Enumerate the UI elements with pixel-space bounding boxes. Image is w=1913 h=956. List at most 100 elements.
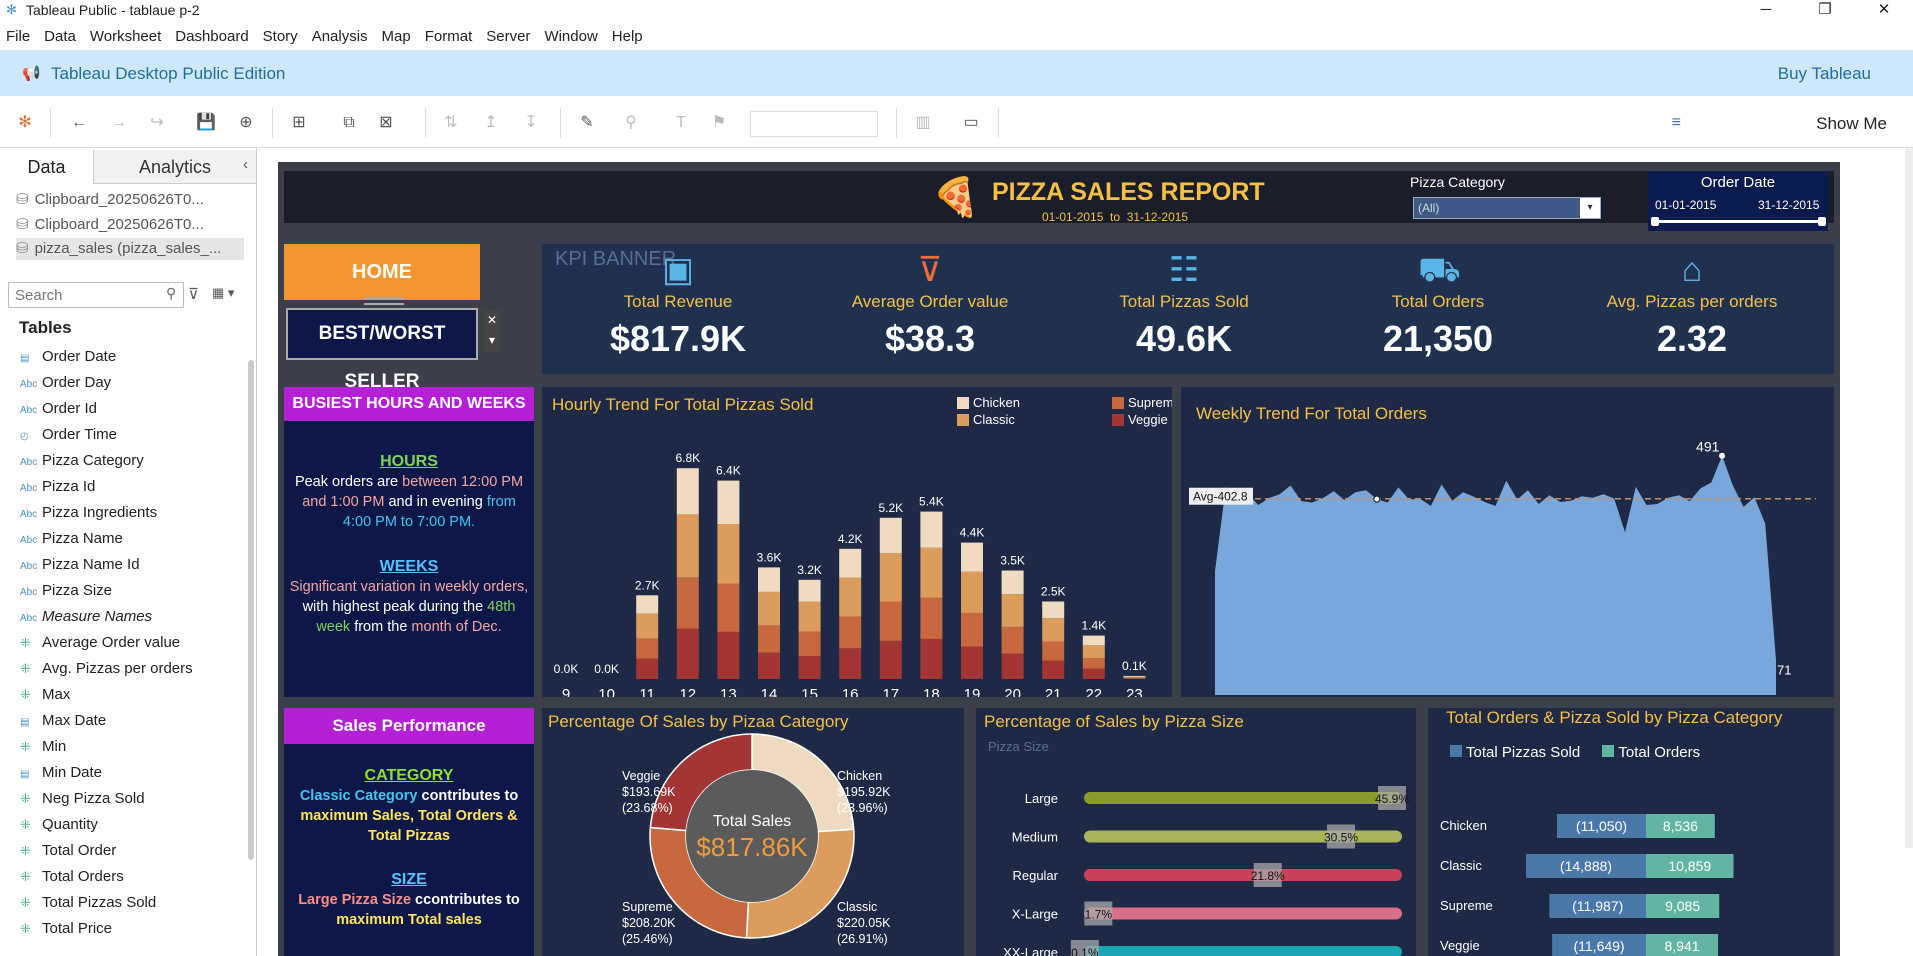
date-slider-track[interactable]	[1654, 220, 1822, 223]
field-item[interactable]: Abc Pizza Id	[20, 474, 95, 500]
field-item[interactable]: Abc Order Day	[20, 370, 111, 396]
save-icon[interactable]: 💾	[195, 112, 217, 134]
field-item[interactable]: Abc Pizza Category	[20, 448, 144, 474]
category-label: XX-Large	[1003, 945, 1058, 956]
drag-handle[interactable]	[364, 297, 404, 305]
field-name: Neg Pizza Sold	[42, 790, 145, 807]
tab-data[interactable]: Data	[0, 150, 94, 184]
tab-analytics[interactable]: Analytics	[94, 150, 256, 184]
tableau-home-icon[interactable]: ✻	[14, 112, 36, 134]
replay-icon[interactable]: ↪	[146, 112, 168, 134]
menu-analysis[interactable]: Analysis	[312, 22, 368, 52]
attach-icon[interactable]: ⚲	[620, 112, 642, 134]
menu-file[interactable]: File	[6, 22, 30, 52]
view-options-icon[interactable]: ▦ ▾	[212, 285, 234, 301]
field-item[interactable]: ▤ Max Date	[20, 708, 106, 734]
end-label: 71	[1777, 662, 1791, 677]
average-label: Avg-402.8	[1193, 490, 1248, 504]
sort-descending-icon[interactable]: ↧	[520, 112, 542, 134]
highlight-icon[interactable]: ✎	[576, 112, 598, 134]
menu-format[interactable]: Format	[425, 22, 473, 52]
category-label: Supreme	[1440, 898, 1493, 913]
show-me-button[interactable]: Show Me	[1816, 114, 1887, 134]
search-input[interactable]	[8, 282, 184, 308]
clear-sheet-icon[interactable]: ⊠	[375, 112, 397, 134]
data-label: 0.0K	[554, 662, 579, 676]
minimize-button[interactable]: ─	[1743, 0, 1789, 20]
best-worst-seller-button[interactable]: BEST/WORST SELLER	[286, 308, 478, 392]
field-item[interactable]: ⁜ Max	[20, 682, 70, 708]
date-slider-handle-end[interactable]	[1818, 217, 1826, 226]
field-item[interactable]: ▤ Order Date	[20, 344, 116, 370]
field-item[interactable]: ⁜ Avg. Pizzas per orders	[20, 656, 193, 682]
datasource-icon: ⛁	[16, 216, 29, 233]
edition-label: Tableau Desktop Public Edition	[51, 64, 286, 83]
date-slider-handle-start[interactable]	[1651, 217, 1659, 226]
x-tick-label: 23	[1126, 686, 1143, 697]
menu-story[interactable]: Story	[263, 22, 298, 52]
new-worksheet-icon[interactable]: ⊞	[288, 112, 310, 134]
category-label: Medium	[1012, 830, 1058, 845]
datasource-item[interactable]: ⛁ Clipboard_20250626T0...	[16, 214, 246, 236]
field-item[interactable]: ⁜ Total Price	[20, 916, 112, 942]
close-button[interactable]: ✕	[1861, 0, 1907, 20]
string-type-icon: Abc	[20, 509, 38, 520]
field-item[interactable]: ◴ Order Time	[20, 422, 117, 448]
field-item[interactable]: ⁜ Total Order	[20, 838, 116, 864]
new-datasource-icon[interactable]: ⊕	[235, 112, 257, 134]
legend-swatch	[957, 397, 969, 409]
order-date-start: 01-01-2015	[1655, 198, 1717, 212]
field-item[interactable]: Abc Pizza Name	[20, 526, 123, 552]
field-item[interactable]: Abc Order Id	[20, 396, 97, 422]
swap-icon[interactable]: ⇅	[440, 112, 462, 134]
string-type-icon: Abc	[20, 483, 38, 494]
menu-data[interactable]: Data	[44, 22, 76, 52]
text-label-icon[interactable]: T	[670, 112, 692, 134]
bar-segment	[839, 648, 862, 679]
datasource-item[interactable]: ⛁ Clipboard_20250626T0...	[16, 189, 246, 211]
pane-scrollbar[interactable]	[248, 360, 254, 860]
fit-dropdown[interactable]	[750, 111, 878, 137]
field-item[interactable]: ⁜ Total Orders	[20, 864, 124, 890]
field-item[interactable]: ⁜ Neg Pizza Sold	[20, 786, 145, 812]
filter-icon[interactable]: ⊽	[188, 285, 199, 303]
menu-window[interactable]: Window	[544, 22, 597, 52]
legend-label: Chicken	[973, 395, 1020, 410]
home-button[interactable]: HOME	[284, 244, 480, 300]
maximize-button[interactable]: ❐	[1802, 0, 1848, 20]
sort-ascending-icon[interactable]: ↥	[480, 112, 502, 134]
field-item[interactable]: ▤ Min Date	[20, 760, 102, 786]
duplicate-icon[interactable]: ⧉	[338, 112, 360, 134]
field-item[interactable]: Abc Pizza Size	[20, 578, 112, 604]
collapse-pane-icon[interactable]: ‹	[243, 156, 248, 173]
field-item[interactable]: ⁜ Quantity	[20, 812, 98, 838]
buy-tableau-link[interactable]: Buy Tableau	[1778, 64, 1871, 84]
menu-dashboard[interactable]: Dashboard	[175, 22, 248, 52]
field-item[interactable]: ⁜ Total Pizzas Sold	[20, 890, 156, 916]
datasource-item-selected[interactable]: ⛁ pizza_sales (pizza_sales_...	[16, 238, 244, 260]
canvas-scrollbar[interactable]	[1905, 148, 1913, 848]
menu-map[interactable]: Map	[382, 22, 411, 52]
show-cards-icon[interactable]: ▥	[912, 112, 934, 134]
chevron-down-icon[interactable]: ▾	[1580, 198, 1600, 218]
bar-segment	[798, 656, 821, 679]
menu-worksheet[interactable]: Worksheet	[90, 22, 161, 52]
close-icon[interactable]: ✕ ▾	[484, 310, 500, 352]
menu-server[interactable]: Server	[486, 22, 530, 52]
field-name: Pizza Ingredients	[42, 504, 158, 521]
field-item[interactable]: Abc Pizza Ingredients	[20, 500, 157, 526]
pizza-category-filter[interactable]: (All) ▾	[1413, 197, 1601, 219]
value-label: 30.5%	[1324, 831, 1358, 845]
redo-icon[interactable]: →	[108, 112, 130, 134]
field-item[interactable]: Abc Pizza Name Id	[20, 552, 140, 578]
presentation-icon[interactable]: ▭	[960, 112, 982, 134]
field-item[interactable]: Abc Measure Names	[20, 604, 152, 630]
pin-icon[interactable]: ⚑	[708, 112, 730, 134]
field-item[interactable]: ⁜ Average Order value	[20, 630, 180, 656]
bar-segment	[798, 631, 821, 657]
bar-segment	[636, 638, 659, 659]
bar-segment	[717, 480, 740, 524]
field-item[interactable]: ⁜ Min	[20, 734, 66, 760]
menu-help[interactable]: Help	[612, 22, 643, 52]
undo-icon[interactable]: ←	[68, 112, 90, 134]
